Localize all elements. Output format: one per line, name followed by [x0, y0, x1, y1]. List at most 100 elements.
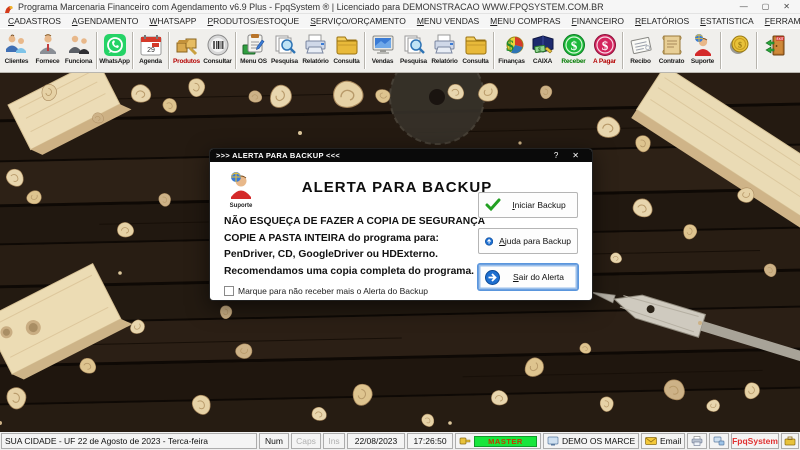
suppliers-icon: [35, 32, 61, 58]
dialog-help-button[interactable]: ?: [547, 151, 565, 160]
dialog-message-line: PenDriver, CD, GoogleDriver ou HDExterno…: [224, 249, 438, 260]
status-num-lock: Num: [259, 433, 289, 449]
backup-alert-dialog: >>> ALERTA PARA BACKUP <<< ? ✕ Suporte A…: [209, 148, 593, 301]
products-icon: [174, 32, 200, 58]
report-printer-icon: [303, 32, 329, 58]
cashbook-icon: $: [530, 32, 556, 58]
toolbar-button-agenda[interactable]: 29 Agenda: [135, 30, 166, 71]
minimize-button[interactable]: —: [740, 0, 748, 14]
folder-icon: [463, 32, 489, 58]
toolbar-button-relatorio-os[interactable]: Relatório: [300, 30, 331, 71]
desktop-background: >>> ALERTA PARA BACKUP <<< ? ✕ Suporte A…: [0, 73, 800, 432]
coin-icon: $: [727, 32, 751, 58]
menu-relatorios[interactable]: RELATÓRIOS: [635, 16, 689, 26]
toolbar-button-fornece[interactable]: Fornece: [32, 30, 63, 71]
toolbar-separator: [130, 30, 135, 71]
status-app-icon: [781, 433, 799, 449]
status-version: DEMO OS MARCE 6.9: [543, 433, 639, 449]
toolbar-button-consulta-vendas[interactable]: Consulta: [460, 30, 491, 71]
status-date: 22/08/2023: [347, 433, 405, 449]
toolbar-button-pesquisa-os[interactable]: Pesquisa: [269, 30, 300, 71]
svg-text:$: $: [738, 41, 742, 50]
folder-icon: [334, 32, 360, 58]
menubar: CADASTROS AGENDAMENTO WHATSAPP PRODUTOS/…: [0, 14, 800, 28]
check-icon: [485, 198, 501, 212]
toolbar-separator: [491, 30, 496, 71]
printer-icon: [691, 436, 703, 446]
toolbar-button-consulta-os[interactable]: Consulta: [331, 30, 362, 71]
menu-compras[interactable]: MENU COMPRAS: [490, 16, 560, 26]
app-window: Programa Marcenaria Financeiro com Agend…: [0, 0, 800, 450]
dialog-close-button[interactable]: ✕: [565, 151, 586, 160]
status-network[interactable]: [709, 433, 729, 449]
status-user-level: MASTER: [455, 433, 541, 449]
employees-icon: [66, 32, 92, 58]
toolbar-button-contrato[interactable]: Contrato: [656, 30, 687, 71]
dialog-message-line: NÃO ESQUEÇA DE FAZER A COPIA DE SEGURANÇ…: [224, 216, 486, 227]
toolbar-button-caixa[interactable]: $ CAIXA: [527, 30, 558, 71]
toolbar-separator: [754, 30, 759, 71]
toolbar-separator: [94, 30, 99, 71]
menu-servico-orcamento[interactable]: SERVIÇO/ORÇAMENTO: [310, 16, 406, 26]
support-icon: [690, 32, 716, 58]
checkbox-label: Marque para não receber mais o Alerta do…: [238, 286, 428, 296]
menu-whatsapp[interactable]: WHATSAPP: [149, 16, 196, 26]
menu-financeiro[interactable]: FINANCEIRO: [572, 16, 624, 26]
toolbar-separator: [362, 30, 367, 71]
toolbar-button-whatsapp[interactable]: WhatsApp: [99, 30, 130, 71]
status-location: SUA CIDADE - UF 22 de Agosto de 2023 - T…: [1, 433, 257, 449]
status-printer[interactable]: [687, 433, 707, 449]
monitor-icon: [547, 436, 559, 446]
toolbar-button-pesquisa-vendas[interactable]: Pesquisa: [398, 30, 429, 71]
support-badge-label: Suporte: [229, 203, 253, 209]
toolbar-button-clientes[interactable]: Clientes: [1, 30, 32, 71]
search-docs-icon: [272, 32, 298, 58]
menu-ferramentas[interactable]: FERRAMENTAS: [765, 16, 800, 26]
status-caps-lock: Caps: [291, 433, 321, 449]
service-order-icon: [241, 32, 267, 58]
svg-text:$: $: [601, 38, 608, 53]
toolbar-button-financas[interactable]: $ Finanças: [496, 30, 527, 71]
dialog-message-line: COPIE A PASTA INTEIRA do programa para:: [224, 232, 439, 244]
toolbar-button-recibo[interactable]: Recibo: [625, 30, 656, 71]
sair-alerta-button[interactable]: Sair do Alerta: [478, 264, 578, 290]
toolbar-button-suporte[interactable]: Suporte: [687, 30, 718, 71]
close-button[interactable]: ✕: [783, 0, 790, 14]
support-badge: Suporte: [223, 171, 259, 209]
toolbar-button-receber[interactable]: $ Receber: [558, 30, 589, 71]
dialog-buttons: Iniciar Backup Ajuda para Backup Sair do…: [478, 192, 578, 300]
toolbar-button-exit[interactable]: EXIT: [759, 30, 790, 71]
search-docs-icon: [401, 32, 427, 58]
dismiss-backup-alert-checkbox[interactable]: Marque para não receber mais o Alerta do…: [224, 286, 428, 296]
maximize-button[interactable]: ▢: [762, 0, 770, 14]
checkbox-box[interactable]: [224, 286, 234, 296]
status-brand: FpqSystem: [731, 433, 779, 449]
toolbar-button-funciona[interactable]: Funciona: [63, 30, 94, 71]
iniciar-backup-button[interactable]: Iniciar Backup: [478, 192, 578, 218]
dialog-message-line: Recomendamos uma copia completa do progr…: [224, 265, 475, 277]
menu-agendamento[interactable]: AGENDAMENTO: [72, 16, 138, 26]
toolbar-button-produtos[interactable]: Produtos: [171, 30, 202, 71]
toolbar-button-menu-os[interactable]: Menu OS: [238, 30, 269, 71]
toolbar-button-vendas[interactable]: Vendas: [367, 30, 398, 71]
toolbar-button-coin[interactable]: $: [723, 30, 754, 71]
statusbar: SUA CIDADE - UF 22 de Agosto de 2023 - T…: [0, 432, 800, 450]
status-email[interactable]: Email: [641, 433, 685, 449]
receive-dollar-icon: $: [562, 32, 586, 58]
ajuda-backup-button[interactable]: Ajuda para Backup: [478, 228, 578, 254]
toolbar-separator: [166, 30, 171, 71]
exit-door-icon: EXIT: [762, 32, 788, 58]
contract-icon: [659, 32, 685, 58]
menu-vendas[interactable]: MENU VENDAS: [417, 16, 479, 26]
menu-cadastros[interactable]: CADASTROS: [8, 16, 61, 26]
app-icon: [4, 2, 14, 13]
status-insert: Ins: [323, 433, 345, 449]
menu-estatistica[interactable]: ESTATISTICA: [700, 16, 754, 26]
menu-produtos-estoque[interactable]: PRODUTOS/ESTOQUE: [207, 16, 299, 26]
key-icon: [459, 437, 471, 445]
toolbar-button-relatorio-vendas[interactable]: Relatório: [429, 30, 460, 71]
toolbar-button-consultar[interactable]: Consultar: [202, 30, 233, 71]
status-time: 17:26:50: [407, 433, 453, 449]
window-controls: — ▢ ✕: [740, 0, 796, 14]
toolbar-button-a-pagar[interactable]: $ A Pagar: [589, 30, 620, 71]
